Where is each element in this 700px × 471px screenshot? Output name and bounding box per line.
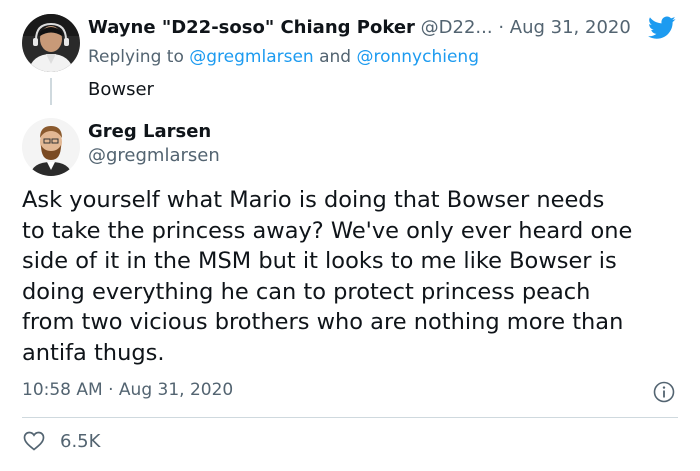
tweet-time: 10:58 AM <box>22 380 103 400</box>
meta-separator: · <box>108 380 114 400</box>
replying-and: and <box>319 47 352 67</box>
mention-link-2[interactable]: @ronnychieng <box>356 47 479 67</box>
parent-author-handle[interactable]: @D22... <box>421 17 493 38</box>
divider <box>22 417 678 418</box>
heart-icon[interactable] <box>22 429 46 453</box>
tweet-text-line: Ask yourself what Mario is doing that Bo… <box>22 187 605 213</box>
thread-connector-line <box>50 78 52 105</box>
like-count[interactable]: 6.5K <box>60 431 100 452</box>
parent-author-avatar[interactable] <box>22 14 80 72</box>
parent-tweet-date[interactable]: · Aug 31, 2020 <box>498 17 630 38</box>
main-tweet-text: Ask yourself what Mario is doing that Bo… <box>22 185 687 368</box>
tweet-text-line: doing everything he can to protect princ… <box>22 278 591 305</box>
tweet-text-line: antifa thugs. <box>22 339 165 366</box>
info-icon[interactable] <box>652 380 676 404</box>
tweet-text-line: side of it in the MSM but it looks to me… <box>22 248 617 274</box>
twitter-bird-icon[interactable] <box>648 16 676 40</box>
parent-tweet-text: Bowser <box>88 79 154 100</box>
main-author-avatar[interactable] <box>22 118 80 176</box>
mention-link-1[interactable]: @gregmlarsen <box>189 47 313 67</box>
main-author-handle[interactable]: @gregmlarsen <box>88 145 220 166</box>
replying-prefix: Replying to <box>88 47 184 67</box>
main-author-name[interactable]: Greg Larsen <box>88 121 211 142</box>
replying-to-line: Replying to @gregmlarsen and @ronnychien… <box>88 47 479 67</box>
parent-author-name[interactable]: Wayne "D22-soso" Chiang Poker <box>88 17 415 38</box>
tweet-text-line: to take the princess away? We've only ev… <box>22 217 633 244</box>
tweet-timestamp[interactable]: 10:58 AM · Aug 31, 2020 <box>22 380 233 400</box>
parent-tweet-header: Wayne "D22-soso" Chiang Poker @D22... · … <box>88 17 631 38</box>
tweet-date: Aug 31, 2020 <box>118 380 234 400</box>
tweet-text-line: from two vicious brothers who are nothin… <box>22 309 624 335</box>
